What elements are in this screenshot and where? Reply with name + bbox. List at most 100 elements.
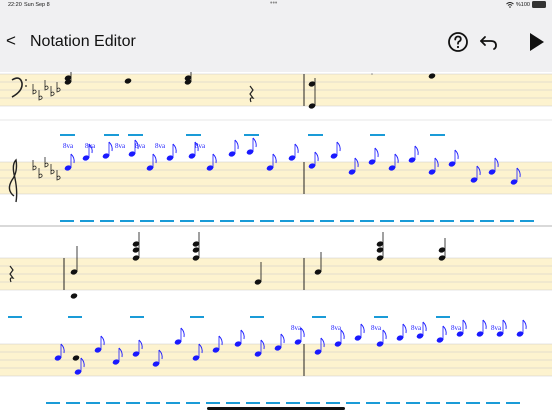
page-title: Notation Editor bbox=[30, 33, 136, 50]
note-flag bbox=[482, 319, 487, 330]
play-button[interactable] bbox=[524, 30, 548, 54]
ledger-hint bbox=[406, 402, 420, 404]
note-flag bbox=[336, 141, 341, 152]
note-flag bbox=[152, 153, 157, 164]
ledger-hint bbox=[186, 402, 200, 404]
status-bar: 22:20 Sun Sep 8 ••• %100 bbox=[0, 0, 552, 12]
ledger-hint bbox=[440, 220, 454, 222]
ledger-hint bbox=[140, 220, 154, 222]
multitask-dots[interactable]: ••• bbox=[270, 0, 277, 7]
home-indicator bbox=[207, 407, 345, 410]
ledger-hint bbox=[420, 220, 434, 222]
ledger-hint bbox=[250, 316, 264, 318]
ledger-hint bbox=[206, 402, 220, 404]
ledger-hint bbox=[480, 220, 494, 222]
treble-staff bbox=[0, 161, 552, 195]
ledger-hint bbox=[68, 316, 82, 318]
ledger-hint bbox=[126, 402, 140, 404]
battery-percent: %100 bbox=[515, 1, 530, 8]
octave-mark-label: 8va bbox=[155, 142, 166, 150]
note-flag bbox=[240, 329, 245, 340]
note-flag bbox=[314, 151, 319, 162]
note bbox=[330, 141, 341, 159]
note-flag bbox=[100, 335, 105, 346]
upper-staff bbox=[0, 257, 552, 291]
ledger-hint bbox=[326, 402, 340, 404]
note-head bbox=[70, 293, 78, 299]
ledger-hint bbox=[460, 220, 474, 222]
ledger-hint bbox=[60, 220, 74, 222]
note bbox=[228, 139, 239, 157]
undo-button[interactable] bbox=[477, 30, 501, 54]
undo-arrow-icon bbox=[480, 36, 497, 50]
note bbox=[174, 327, 185, 345]
ledger-hint bbox=[506, 402, 520, 404]
note bbox=[102, 141, 113, 159]
status-date: Sun Sep 8 bbox=[24, 2, 50, 8]
chord bbox=[192, 232, 200, 261]
ledger-hint bbox=[220, 220, 234, 222]
battery-icon bbox=[532, 1, 546, 8]
ledger-hint bbox=[466, 402, 480, 404]
navigation-bar: < Notation Editor bbox=[0, 12, 552, 72]
note bbox=[396, 323, 407, 341]
ledger-hint bbox=[240, 220, 254, 222]
chord bbox=[438, 238, 446, 261]
note bbox=[476, 319, 487, 337]
ledger-hint bbox=[46, 402, 60, 404]
note-flag bbox=[340, 329, 345, 340]
note-flag bbox=[454, 149, 459, 160]
octave-mark-label: 8va bbox=[135, 142, 146, 150]
ledger-hint bbox=[146, 402, 160, 404]
ledger-hint bbox=[186, 134, 201, 136]
ledger-hint bbox=[380, 220, 394, 222]
ledger-hint bbox=[400, 220, 414, 222]
ledger-hint bbox=[386, 402, 400, 404]
ledger-hint bbox=[160, 220, 174, 222]
note bbox=[246, 137, 257, 155]
ledger-hint bbox=[200, 220, 214, 222]
wifi-icon bbox=[506, 1, 514, 8]
ledger-hint bbox=[430, 134, 445, 136]
ledger-hint bbox=[104, 134, 119, 136]
note-flag bbox=[212, 153, 217, 164]
note-flag bbox=[442, 325, 447, 336]
ledger-hint bbox=[320, 220, 334, 222]
octave-mark-label: 8va bbox=[331, 324, 342, 332]
ledger-hint bbox=[128, 134, 143, 136]
ledger-hint bbox=[266, 402, 280, 404]
ledger-hint bbox=[8, 316, 22, 318]
octave-mark-label: 8va bbox=[291, 324, 302, 332]
ledger-hint bbox=[66, 402, 80, 404]
score-canvas[interactable]: 8va 8va 8va 8va 8va 8va 8va 8va 8va 8va 8va 8va bbox=[0, 72, 552, 414]
ledger-hint bbox=[244, 134, 259, 136]
ledger-hint bbox=[260, 220, 274, 222]
ledger-hint bbox=[226, 402, 240, 404]
note-flag bbox=[414, 145, 419, 156]
octave-mark-label: 8va bbox=[371, 324, 382, 332]
note-flag bbox=[234, 139, 239, 150]
ledger-hint bbox=[340, 220, 354, 222]
note-flag bbox=[180, 327, 185, 338]
play-icon bbox=[530, 33, 544, 51]
clef-dot bbox=[25, 79, 27, 81]
note-flag bbox=[402, 323, 407, 334]
clef-dot bbox=[25, 85, 27, 87]
octave-mark-label: 8va bbox=[63, 142, 74, 150]
ledger-hint bbox=[166, 402, 180, 404]
ledger-hint bbox=[486, 402, 500, 404]
chord bbox=[132, 232, 140, 261]
note-flag bbox=[382, 329, 387, 340]
ledger-hint bbox=[312, 316, 326, 318]
notation-score[interactable]: 8va 8va 8va 8va 8va 8va8va 8va 8va 8va 8va 8va bbox=[0, 72, 552, 414]
status-right: %100 bbox=[506, 1, 546, 8]
ledger-hint bbox=[120, 220, 134, 222]
note-flag bbox=[252, 137, 257, 148]
ledger-hint bbox=[86, 402, 100, 404]
note-flag bbox=[300, 327, 305, 338]
note-flag bbox=[108, 141, 113, 152]
ledger-hint bbox=[370, 134, 385, 136]
note-flag bbox=[374, 147, 379, 158]
help-button[interactable] bbox=[446, 30, 470, 54]
back-button[interactable]: < bbox=[6, 32, 16, 49]
